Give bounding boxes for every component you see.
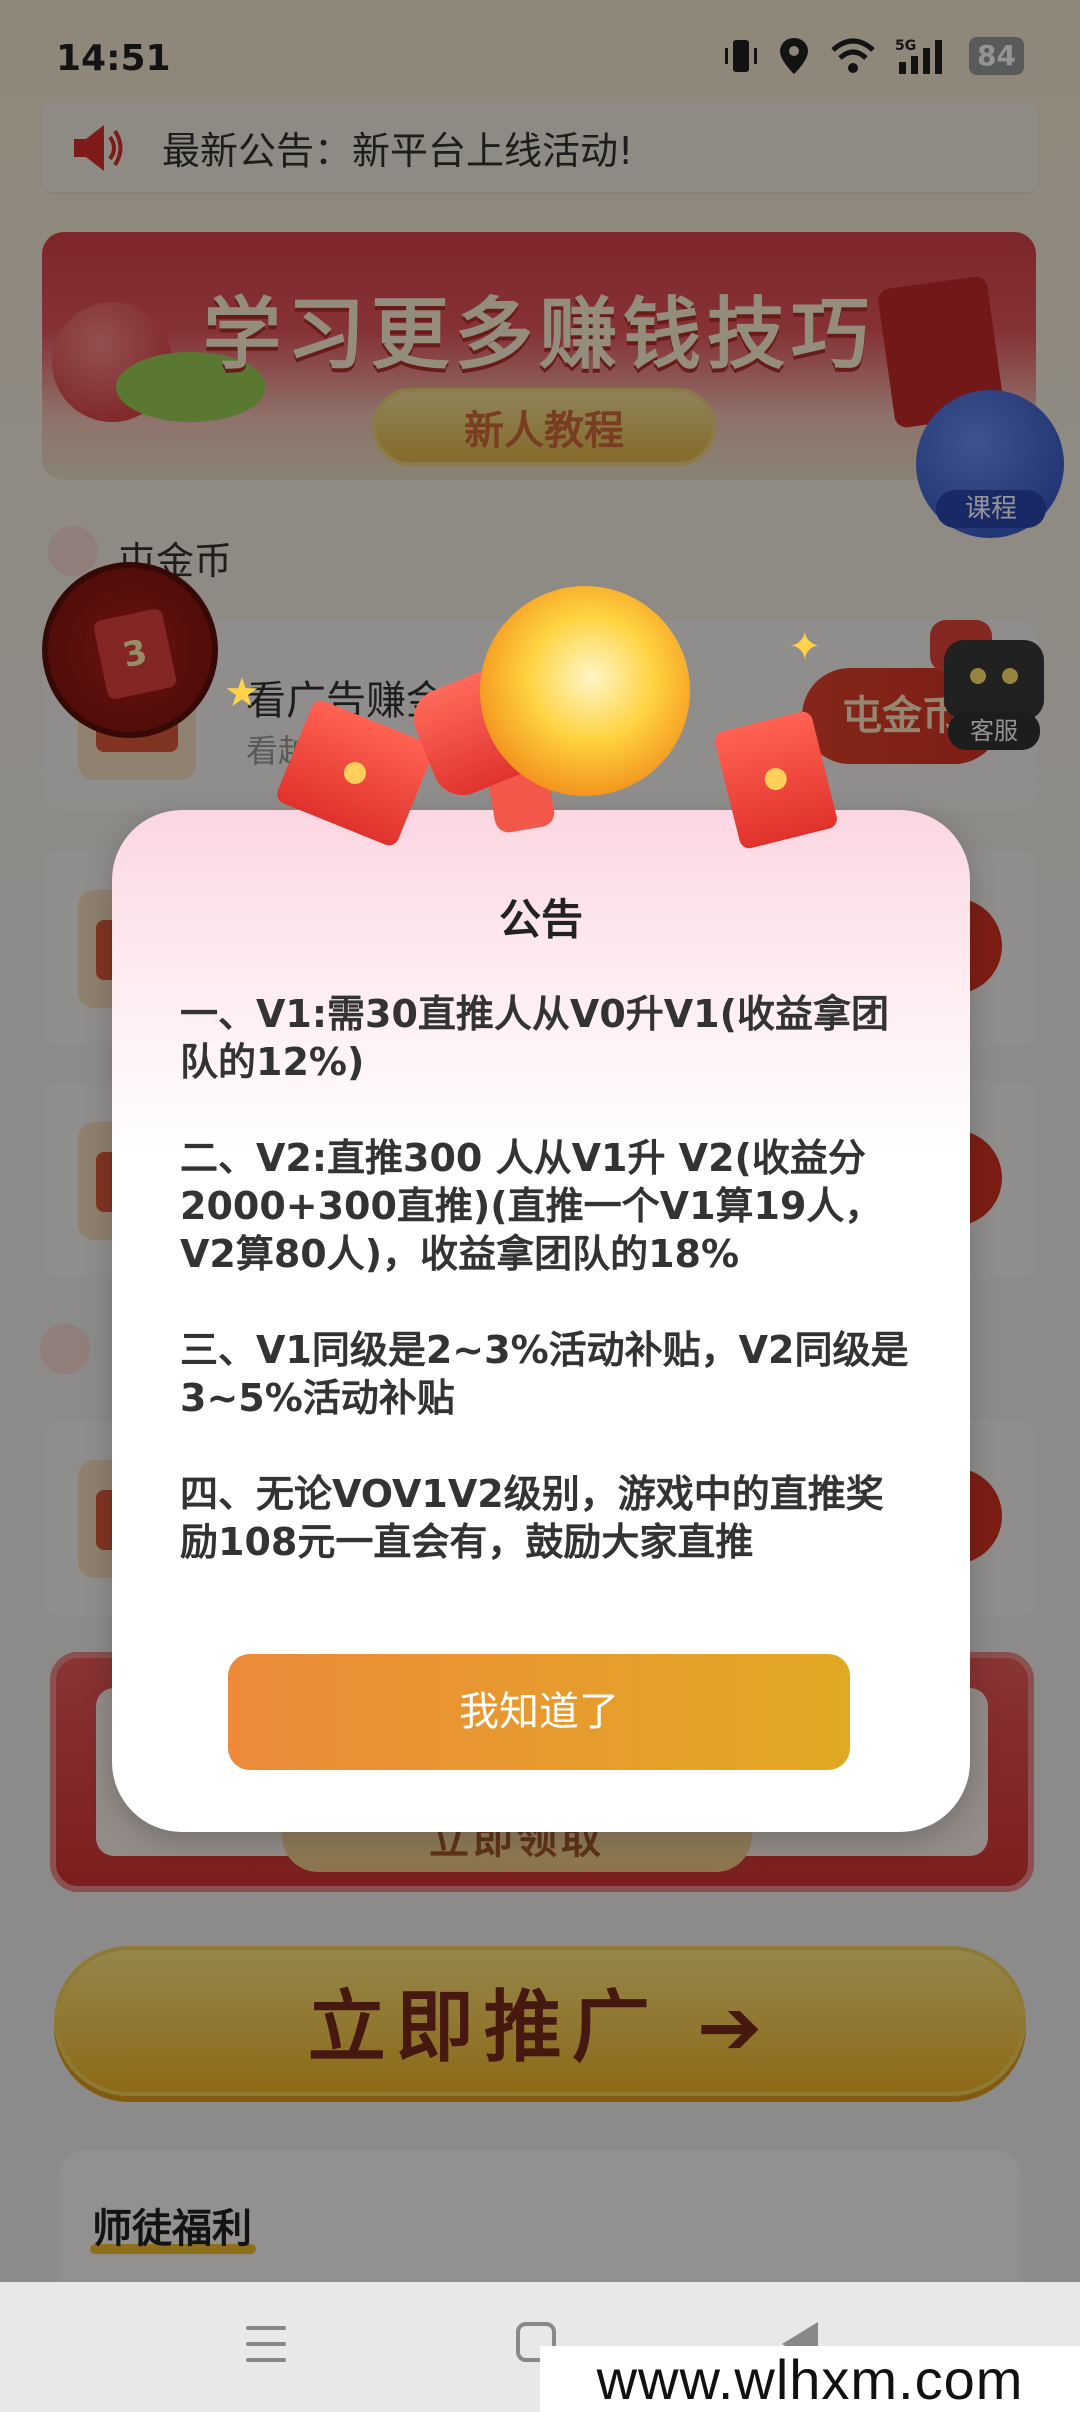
menu-icon[interactable] bbox=[246, 2326, 286, 2362]
dialog-body: 一、V1:需30直推人从V0升V1(收益拿团队的12%) 二、V2:直推300 … bbox=[180, 990, 920, 1614]
dialog-paragraph: 二、V2:直推300 人从V1升 V2(收益分2000+300直推)(直推一个V… bbox=[180, 1136, 883, 1276]
megaphone-icon bbox=[404, 556, 720, 840]
dialog-paragraph: 三、V1同级是2~3%活动补贴，V2同级是3~5%活动补贴 bbox=[180, 1328, 909, 1420]
watermark: www.wlhxm.com bbox=[540, 2346, 1080, 2412]
announcement-dialog: 公告 一、V1:需30直推人从V0升V1(收益拿团队的12%) 二、V2:直推3… bbox=[112, 810, 970, 1832]
got-it-button[interactable]: 我知道了 bbox=[228, 1654, 850, 1770]
dialog-paragraph: 一、V1:需30直推人从V0升V1(收益拿团队的12%) bbox=[180, 992, 889, 1084]
star-icon: ★ bbox=[224, 670, 260, 716]
sparkle-icon: ✦ bbox=[788, 624, 822, 670]
dialog-title: 公告 bbox=[498, 895, 583, 944]
dialog-paragraph: 四、无论VOV1V2级别，游戏中的直推奖励108元一直会有，鼓励大家直推 bbox=[180, 1472, 884, 1564]
